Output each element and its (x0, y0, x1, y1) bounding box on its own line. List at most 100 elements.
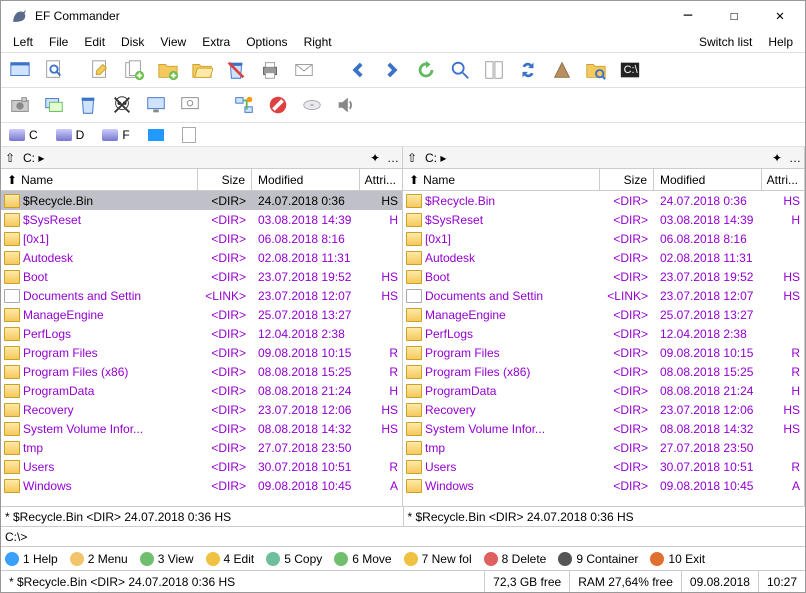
edit-doc-icon[interactable] (85, 55, 115, 85)
file-list[interactable]: $Recycle.Bin<DIR>24.07.2018 0:36HS$SysRe… (403, 191, 804, 506)
history-icon[interactable]: … (384, 151, 402, 165)
search-folder-icon[interactable] (581, 55, 611, 85)
file-row[interactable]: System Volume Infor...<DIR>08.08.2018 14… (1, 419, 402, 438)
history-icon[interactable]: … (786, 151, 804, 165)
file-row[interactable]: tmp<DIR>27.07.2018 23:50 (1, 438, 402, 457)
file-row[interactable]: [0x1]<DIR>06.08.2018 8:16 (403, 229, 804, 248)
file-row[interactable]: Program Files<DIR>09.08.2018 10:15R (403, 343, 804, 362)
trash-icon[interactable] (73, 90, 103, 120)
col-modified[interactable]: Modified (252, 169, 360, 190)
maximize-button[interactable]: ☐ (711, 1, 757, 31)
file-row[interactable]: Program Files (x86)<DIR>08.08.2018 15:25… (1, 362, 402, 381)
col-attr[interactable]: Attri... (762, 169, 804, 190)
path-label[interactable]: C: ▸ (19, 151, 366, 165)
fkey-4-edit[interactable]: 4 Edit (206, 552, 255, 566)
file-row[interactable]: Recovery<DIR>23.07.2018 12:06HS (403, 400, 804, 419)
search-doc-icon[interactable] (39, 55, 69, 85)
column-header[interactable]: ⬆NameSizeModifiedAttri... (1, 169, 402, 191)
file-row[interactable]: [0x1]<DIR>06.08.2018 8:16 (1, 229, 402, 248)
file-row[interactable]: PerfLogs<DIR>12.04.2018 2:38 (403, 324, 804, 343)
file-row[interactable]: Documents and Settin<LINK>23.07.2018 12:… (1, 286, 402, 305)
add-docs-icon[interactable] (119, 55, 149, 85)
disc-icon[interactable] (297, 90, 327, 120)
menu-view[interactable]: View (152, 33, 194, 51)
file-row[interactable]: Boot<DIR>23.07.2018 19:52HS (403, 267, 804, 286)
fkey-2-menu[interactable]: 2 Menu (70, 552, 128, 566)
drive-C[interactable]: C (5, 128, 42, 142)
menu-help[interactable]: Help (760, 33, 801, 51)
block-icon[interactable] (263, 90, 293, 120)
fkey-6-move[interactable]: 6 Move (334, 552, 391, 566)
file-row[interactable]: ManageEngine<DIR>25.07.2018 13:27 (1, 305, 402, 324)
favorites-icon[interactable]: ✦ (768, 151, 786, 165)
file-row[interactable]: $SysReset<DIR>03.08.2018 14:39H (1, 210, 402, 229)
path-label[interactable]: C: ▸ (421, 151, 768, 165)
pyramid-icon[interactable] (547, 55, 577, 85)
minimize-button[interactable]: ─ (665, 1, 711, 31)
monitor-icon[interactable] (141, 90, 171, 120)
close-button[interactable]: ✕ (757, 1, 803, 31)
sync-icon[interactable] (513, 55, 543, 85)
add-folder-icon[interactable] (153, 55, 183, 85)
command-line[interactable]: C:\> (1, 526, 805, 546)
file-row[interactable]: PerfLogs<DIR>12.04.2018 2:38 (1, 324, 402, 343)
fkey-3-view[interactable]: 3 View (140, 552, 194, 566)
file-row[interactable]: Program Files (x86)<DIR>08.08.2018 15:25… (403, 362, 804, 381)
favorites-icon[interactable]: ✦ (366, 151, 384, 165)
col-name[interactable]: ⬆Name (1, 169, 198, 190)
network-icon[interactable] (229, 90, 259, 120)
sound-icon[interactable] (331, 90, 361, 120)
file-row[interactable]: Windows<DIR>09.08.2018 10:45A (1, 476, 402, 495)
drive-D[interactable]: D (52, 128, 89, 142)
file-row[interactable]: tmp<DIR>27.07.2018 23:50 (403, 438, 804, 457)
file-row[interactable]: Boot<DIR>23.07.2018 19:52HS (1, 267, 402, 286)
file-row[interactable]: Documents and Settin<LINK>23.07.2018 12:… (403, 286, 804, 305)
drive-desktop[interactable] (144, 129, 168, 141)
menu-right[interactable]: Right (296, 33, 340, 51)
file-row[interactable]: $Recycle.Bin<DIR>24.07.2018 0:36HS (1, 191, 402, 210)
search-icon[interactable] (445, 55, 475, 85)
fkey-1-help[interactable]: 1 Help (5, 552, 58, 566)
system-icon[interactable] (175, 90, 205, 120)
fkey-7-new-fol[interactable]: 7 New fol (404, 552, 472, 566)
mail-icon[interactable] (289, 55, 319, 85)
forward-icon[interactable] (377, 55, 407, 85)
menu-extra[interactable]: Extra (194, 33, 238, 51)
file-row[interactable]: ProgramData<DIR>08.08.2018 21:24H (1, 381, 402, 400)
col-size[interactable]: Size (600, 169, 654, 190)
up-icon[interactable]: ⇧ (403, 151, 421, 165)
reload-icon[interactable] (411, 55, 441, 85)
fkey-9-container[interactable]: 9 Container (558, 552, 638, 566)
file-row[interactable]: $SysReset<DIR>03.08.2018 14:39H (403, 210, 804, 229)
fkey-10-exit[interactable]: 10 Exit (650, 552, 705, 566)
photos-icon[interactable] (39, 90, 69, 120)
menu-edit[interactable]: Edit (76, 33, 113, 51)
menu-switch-list[interactable]: Switch list (691, 33, 760, 51)
up-icon[interactable]: ⇧ (1, 151, 19, 165)
col-size[interactable]: Size (198, 169, 252, 190)
drive-F[interactable]: F (98, 128, 133, 142)
compare-icon[interactable] (479, 55, 509, 85)
fkey-5-copy[interactable]: 5 Copy (266, 552, 322, 566)
back-icon[interactable] (343, 55, 373, 85)
file-row[interactable]: ManageEngine<DIR>25.07.2018 13:27 (403, 305, 804, 324)
file-row[interactable]: Users<DIR>30.07.2018 10:51R (1, 457, 402, 476)
fkey-8-delete[interactable]: 8 Delete (484, 552, 547, 566)
file-row[interactable]: $Recycle.Bin<DIR>24.07.2018 0:36HS (403, 191, 804, 210)
file-row[interactable]: Users<DIR>30.07.2018 10:51R (403, 457, 804, 476)
file-list[interactable]: $Recycle.Bin<DIR>24.07.2018 0:36HS$SysRe… (1, 191, 402, 506)
col-name[interactable]: ⬆Name (403, 169, 600, 190)
camera-icon[interactable] (5, 90, 35, 120)
menu-left[interactable]: Left (5, 33, 41, 51)
col-attr[interactable]: Attri... (360, 169, 402, 190)
file-row[interactable]: Windows<DIR>09.08.2018 10:45A (403, 476, 804, 495)
skull-icon[interactable] (107, 90, 137, 120)
print-icon[interactable] (255, 55, 285, 85)
file-row[interactable]: Recovery<DIR>23.07.2018 12:06HS (1, 400, 402, 419)
menu-file[interactable]: File (41, 33, 76, 51)
menu-options[interactable]: Options (238, 33, 295, 51)
file-row[interactable]: ProgramData<DIR>08.08.2018 21:24H (403, 381, 804, 400)
window-icon[interactable] (5, 55, 35, 85)
drive-text[interactable] (178, 127, 200, 143)
file-row[interactable]: Program Files<DIR>09.08.2018 10:15R (1, 343, 402, 362)
